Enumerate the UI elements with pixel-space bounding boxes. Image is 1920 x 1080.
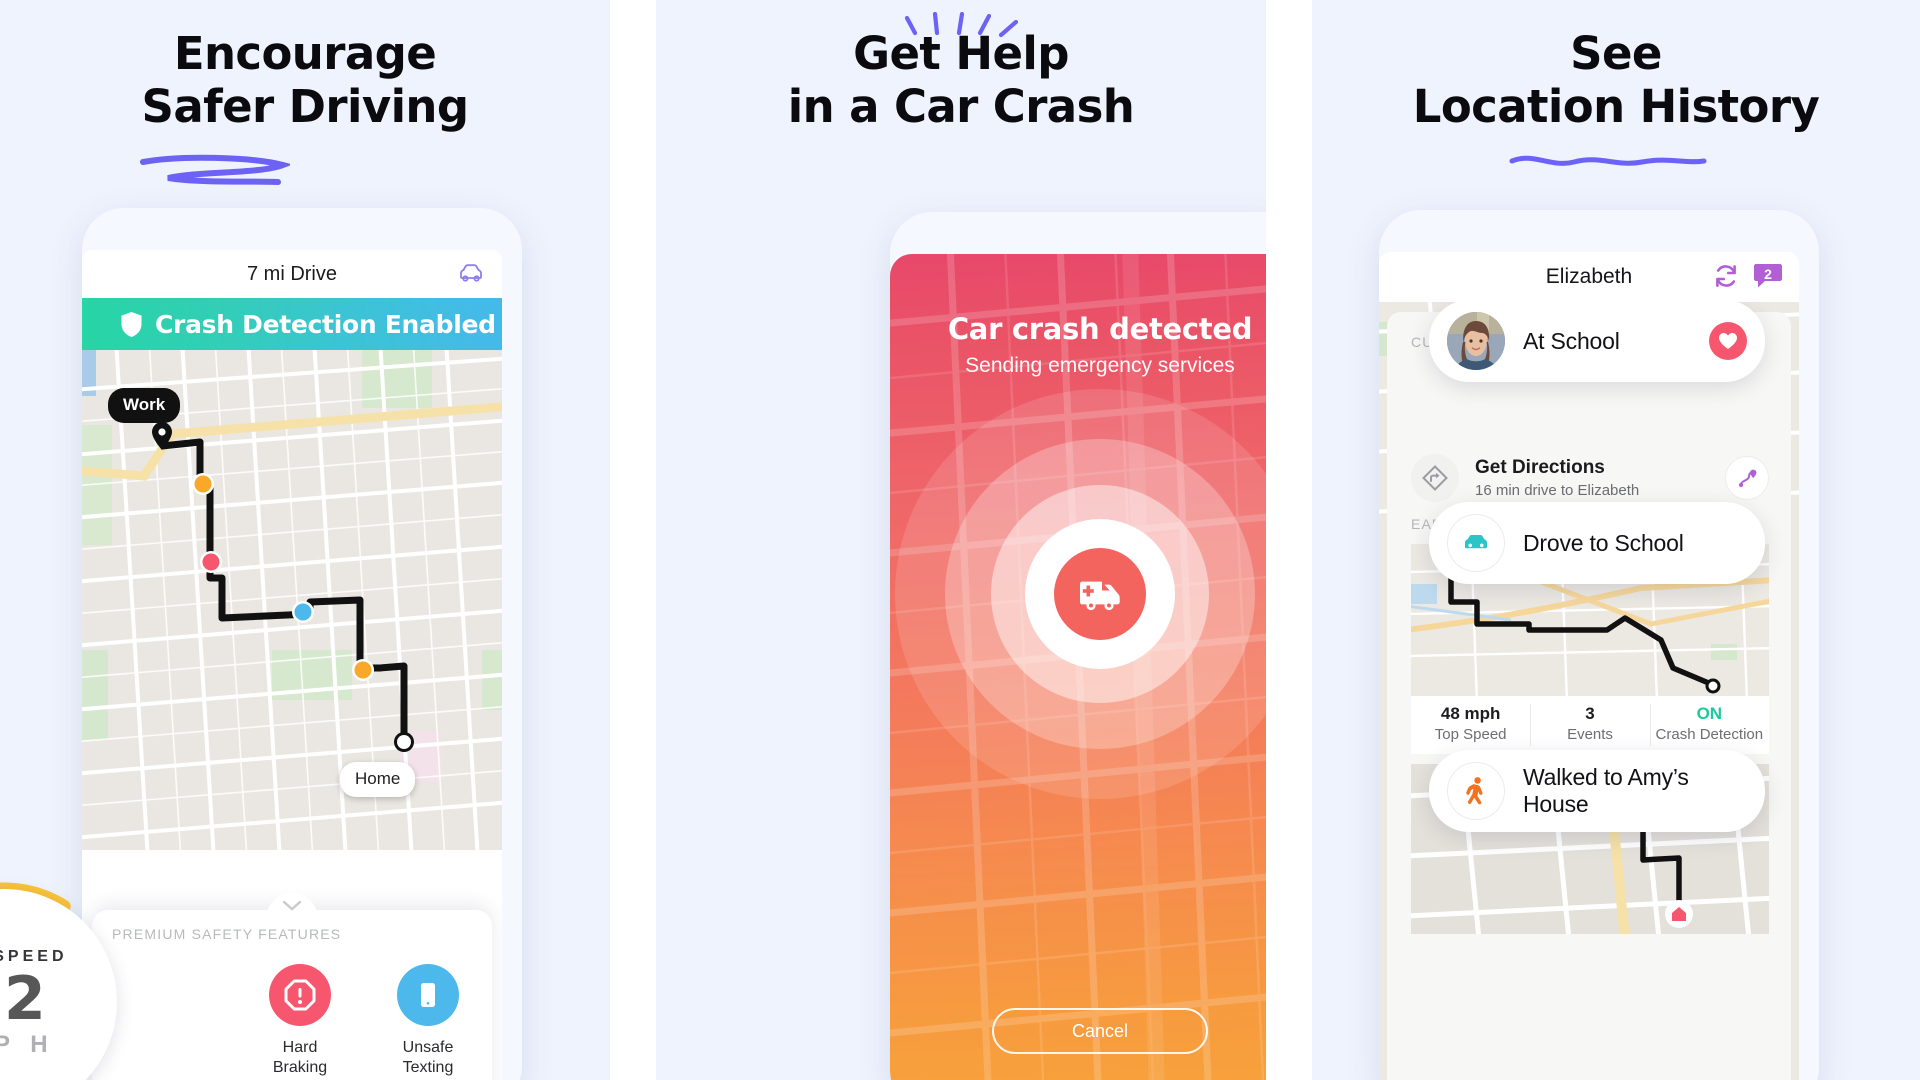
crash-alert-screen: Car crash detected Sending emergency ser… xyxy=(890,254,1266,1080)
car-icon xyxy=(460,264,482,282)
panel-see-location-history: See Location History Elizabeth 2 Get Dir… xyxy=(1312,0,1920,1080)
user-avatar xyxy=(1447,312,1505,370)
panel-encourage-safer-driving: Encourage Safer Driving 7 mi Drive Crash… xyxy=(0,0,610,1080)
contact-name: Elizabeth xyxy=(1545,265,1633,288)
sheet-collapse-handle[interactable] xyxy=(266,893,318,927)
gauge-value: 52 xyxy=(0,964,46,1034)
gauge-unit: M P H xyxy=(0,1031,55,1058)
crash-detection-banner[interactable]: Crash Detection Enabled xyxy=(82,298,502,350)
drive-distance-label: 7 mi Drive xyxy=(246,262,337,285)
refresh-icon[interactable] xyxy=(1713,263,1739,289)
feature-label-line2: Braking xyxy=(272,1059,328,1076)
headline-line-2: Location History xyxy=(1412,79,1820,133)
walking-icon xyxy=(1447,762,1505,820)
headline-line-2: in a Car Crash xyxy=(787,79,1135,133)
headline-underline-wave xyxy=(1509,155,1707,166)
location-history-screen: Elizabeth 2 Get Directions 16 min drive … xyxy=(1379,252,1799,1080)
stat-crash-detection: ON Crash Detection xyxy=(1649,696,1769,754)
cancel-button-label: Cancel xyxy=(1071,1020,1129,1041)
event-card-walked-to-amys-house[interactable]: Walked to Amy’s House xyxy=(1429,750,1765,832)
ambulance-icon xyxy=(1054,548,1146,640)
map-canvas xyxy=(82,350,502,850)
panel-get-help-car-crash: Get Help in a Car Crash Car crash detect… xyxy=(656,0,1266,1080)
car-icon xyxy=(1447,514,1505,572)
history-map-body: CURRENT LOCATION Get Directions 16 min d xyxy=(1379,302,1799,1080)
feature-hard-braking[interactable]: Hard Braking xyxy=(254,964,346,1078)
premium-features-list: Hard Braking Unsafe Texting xyxy=(92,942,492,1078)
stat-value: 48 mph xyxy=(1440,704,1501,723)
driving-app-screen: 7 mi Drive Crash Detection Enabled Work … xyxy=(82,250,502,1080)
map-label-home: Home xyxy=(340,762,416,797)
drove-to-school-stats: 48 mph Top Speed 3 Events ON Crash Detec… xyxy=(1411,696,1769,754)
get-directions-title: Get Directions xyxy=(1475,457,1605,478)
headline-line-1: See xyxy=(1570,27,1662,80)
phone-mockup-driving: 7 mi Drive Crash Detection Enabled Work … xyxy=(82,208,522,1080)
heart-icon[interactable] xyxy=(1709,322,1747,360)
headline-line-1: Get Help xyxy=(853,27,1069,80)
stat-value: ON xyxy=(1696,704,1723,723)
map-label-work: Work xyxy=(108,388,181,423)
gauge-readout: TOP SPEED 52 M P H xyxy=(0,948,126,1059)
feature-label-line1: Hard xyxy=(282,1039,318,1056)
history-header: Elizabeth 2 xyxy=(1379,252,1799,302)
route-pin-icon[interactable] xyxy=(1725,456,1769,500)
headline-line-2: Safer Driving xyxy=(141,79,470,133)
panel-divider-2 xyxy=(1266,0,1312,1080)
shield-icon xyxy=(121,311,142,337)
stat-top-speed: 48 mph Top Speed xyxy=(1411,696,1530,754)
cancel-button[interactable]: Cancel xyxy=(992,1008,1208,1054)
history-sheet: CURRENT LOCATION Get Directions 16 min d xyxy=(1387,302,1791,1080)
panel-2-headline: Get Help in a Car Crash xyxy=(656,0,1266,133)
current-location-title: At School xyxy=(1523,327,1620,354)
stat-value: 3 xyxy=(1585,704,1595,723)
feature-label-line1: Unsafe xyxy=(402,1039,454,1056)
header-actions: 2 xyxy=(1713,262,1783,290)
crash-alert-text: Car crash detected Sending emergency ser… xyxy=(890,312,1266,378)
messages-button[interactable]: 2 xyxy=(1753,262,1783,290)
drive-status-bar: 7 mi Drive xyxy=(82,250,502,298)
phone-icon xyxy=(397,964,459,1026)
headline-underline-scribble xyxy=(140,154,290,185)
feature-label-line2: Texting xyxy=(402,1059,454,1076)
phone-mockup-crash: Car crash detected Sending emergency ser… xyxy=(890,212,1266,1080)
phone-mockup-history: Elizabeth 2 Get Directions 16 min drive … xyxy=(1379,210,1819,1080)
octagon-exclamation-icon xyxy=(269,964,331,1026)
panel-divider-1 xyxy=(610,0,656,1080)
crash-alert-title: Car crash detected xyxy=(947,312,1253,346)
drive-route-map[interactable]: Work Home xyxy=(82,350,502,850)
stat-label: Crash Detection xyxy=(1655,726,1764,743)
feature-unsafe-texting[interactable]: Unsafe Texting xyxy=(382,964,474,1078)
chevron-down-icon xyxy=(282,900,302,911)
stat-events: 3 Events xyxy=(1530,696,1649,754)
panel-3-headline: See Location History xyxy=(1312,0,1920,133)
messages-count: 2 xyxy=(1764,266,1772,282)
top-speed-gauge: TOP SPEED 52 M P H xyxy=(0,880,126,1080)
current-location-card[interactable]: At School xyxy=(1429,302,1765,382)
premium-features-sheet: PREMIUM SAFETY FEATURES Hard Braking Uns… xyxy=(92,893,492,1080)
crash-alert-subtitle: Sending emergency services xyxy=(965,354,1235,377)
stat-label: Top Speed xyxy=(1434,726,1507,743)
stat-label: Events xyxy=(1567,726,1613,743)
event-card-drove-to-school[interactable]: Drove to School xyxy=(1429,502,1765,584)
panel-1-headline: Encourage Safer Driving xyxy=(0,0,610,133)
event-title: Walked to Amy’s House xyxy=(1523,764,1689,817)
headline-line-1: Encourage xyxy=(173,27,437,80)
event-title: Drove to School xyxy=(1523,529,1684,556)
crash-detection-banner-label: Crash Detection Enabled xyxy=(155,309,496,339)
